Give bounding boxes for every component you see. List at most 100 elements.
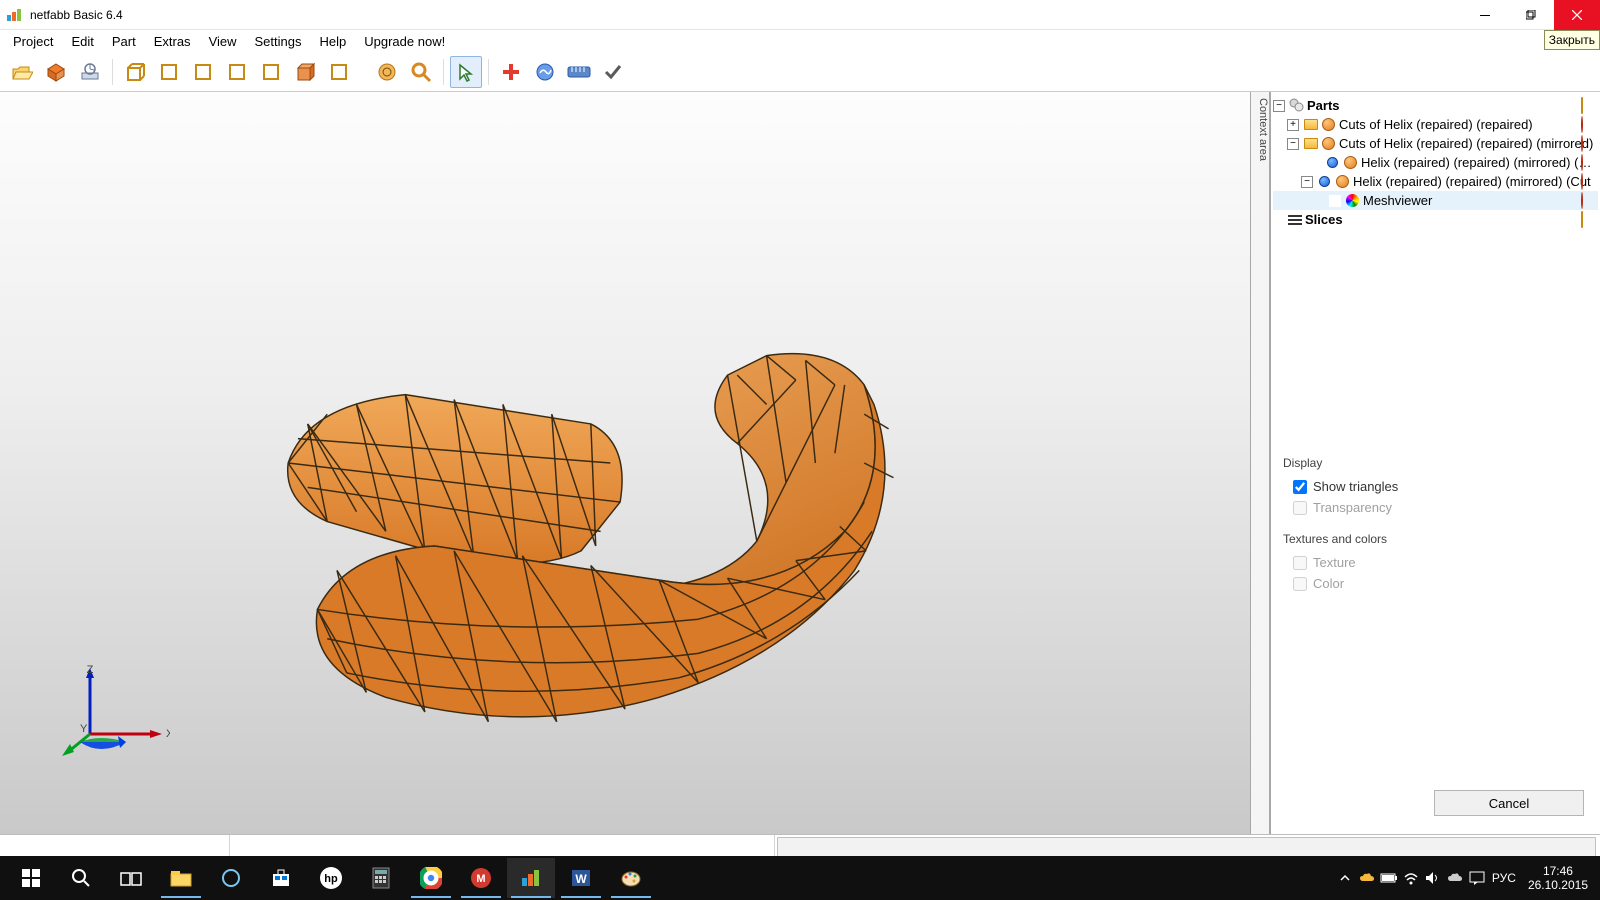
checkbox-label: Color xyxy=(1313,576,1344,591)
menu-upgrade[interactable]: Upgrade now! xyxy=(355,32,454,51)
taskbar-store[interactable] xyxy=(257,858,305,898)
tree-label: Cuts of Helix (repaired) (repaired) xyxy=(1339,117,1596,132)
side-panel: − Parts + Cuts of Helix (repaired) (repa… xyxy=(1270,92,1600,834)
texture-checkbox[interactable]: Texture xyxy=(1293,555,1588,570)
view-front-button[interactable] xyxy=(153,56,185,88)
titlebar: netfabb Basic 6.4 Закрыть xyxy=(0,0,1600,30)
repair-button[interactable] xyxy=(495,56,527,88)
color-checkbox[interactable]: Color xyxy=(1293,576,1588,591)
taskbar-clock[interactable]: 17:46 26.10.2015 xyxy=(1520,864,1596,892)
delete-icon[interactable] xyxy=(1581,155,1596,170)
tree-helix2[interactable]: − Helix (repaired) (repaired) (mirrored)… xyxy=(1273,172,1598,191)
taskbar-netfabb[interactable] xyxy=(507,858,555,898)
task-view-button[interactable] xyxy=(107,858,155,898)
tree-slices[interactable]: Slices xyxy=(1273,210,1598,229)
context-area-ribbon[interactable]: Context area xyxy=(1250,92,1270,834)
tray-wifi-icon[interactable] xyxy=(1400,858,1422,898)
tray-onedrive-icon[interactable] xyxy=(1444,858,1466,898)
view-right-button[interactable] xyxy=(255,56,287,88)
tray-language[interactable]: РУС xyxy=(1488,858,1520,898)
transparency-checkbox[interactable]: Transparency xyxy=(1293,500,1588,515)
axis-gizmo: Z X Y xyxy=(50,664,170,764)
minimize-button[interactable] xyxy=(1462,0,1508,30)
clock-date: 26.10.2015 xyxy=(1528,878,1588,892)
tree-label: Slices xyxy=(1305,212,1596,227)
show-triangles-checkbox[interactable]: Show triangles xyxy=(1293,479,1588,494)
zoom-button[interactable] xyxy=(405,56,437,88)
checkbox-label: Transparency xyxy=(1313,500,1392,515)
window-controls xyxy=(1462,0,1600,30)
viewport-3d[interactable]: Z X Y xyxy=(0,92,1250,834)
menu-part[interactable]: Part xyxy=(103,32,145,51)
menu-view[interactable]: View xyxy=(200,32,246,51)
tree-label: Helix (repaired) (repaired) (mirrored) (… xyxy=(1353,174,1596,189)
svg-text:hp: hp xyxy=(324,873,338,885)
delete-icon[interactable] xyxy=(1581,136,1596,151)
menu-edit[interactable]: Edit xyxy=(62,32,102,51)
parts-tree[interactable]: − Parts + Cuts of Helix (repaired) (repa… xyxy=(1271,92,1600,442)
slices-icon xyxy=(1287,212,1302,227)
tree-helix1[interactable]: Helix (repaired) (repaired) (mirrored) (… xyxy=(1273,153,1598,172)
taskbar-hp[interactable]: hp xyxy=(307,858,355,898)
collapse-icon[interactable]: − xyxy=(1287,138,1299,150)
menu-help[interactable]: Help xyxy=(311,32,356,51)
folder-open-icon xyxy=(1581,212,1596,227)
tray-chevron-icon[interactable] xyxy=(1334,858,1356,898)
svg-text:X: X xyxy=(166,728,170,740)
checkbox-label: Texture xyxy=(1313,555,1356,570)
taskbar-paint[interactable] xyxy=(607,858,655,898)
measure-button[interactable] xyxy=(563,56,595,88)
cursor-button[interactable] xyxy=(450,56,482,88)
search-button[interactable] xyxy=(57,858,105,898)
taskbar-cortana[interactable] xyxy=(207,858,255,898)
analyze-button[interactable] xyxy=(529,56,561,88)
folder-icon xyxy=(1303,117,1318,132)
svg-text:Y: Y xyxy=(80,723,88,735)
delete-icon[interactable] xyxy=(1581,174,1596,189)
view-bottom-button[interactable] xyxy=(323,56,355,88)
tree-label: Cuts of Helix (repaired) (repaired) (mir… xyxy=(1339,136,1596,151)
tree-meshviewer[interactable]: Meshviewer xyxy=(1273,191,1598,210)
tree-cuts1[interactable]: + Cuts of Helix (repaired) (repaired) xyxy=(1273,115,1598,134)
view-iso-button[interactable] xyxy=(119,56,151,88)
menu-extras[interactable]: Extras xyxy=(145,32,200,51)
open-project-button[interactable] xyxy=(6,56,38,88)
taskbar-calculator[interactable] xyxy=(357,858,405,898)
app-icon xyxy=(6,7,22,23)
tray-volume-icon[interactable] xyxy=(1422,858,1444,898)
tray-battery-icon[interactable] xyxy=(1378,858,1400,898)
delete-icon[interactable] xyxy=(1581,117,1596,132)
check-button[interactable] xyxy=(597,56,629,88)
expand-icon[interactable]: + xyxy=(1287,119,1299,131)
status-progress xyxy=(777,837,1596,858)
taskbar-explorer[interactable] xyxy=(157,858,205,898)
menu-settings[interactable]: Settings xyxy=(246,32,311,51)
tray-action-center-icon[interactable] xyxy=(1466,858,1488,898)
collapse-icon[interactable]: − xyxy=(1273,100,1285,112)
menu-project[interactable]: Project xyxy=(4,32,62,51)
view-left-button[interactable] xyxy=(221,56,253,88)
cancel-button[interactable]: Cancel xyxy=(1434,790,1584,816)
zoom-all-button[interactable] xyxy=(371,56,403,88)
collapse-icon[interactable]: − xyxy=(1301,176,1313,188)
delete-icon[interactable] xyxy=(1581,193,1596,208)
view-top-button[interactable] xyxy=(289,56,321,88)
clock-time: 17:46 xyxy=(1528,864,1588,878)
view-back-button[interactable] xyxy=(187,56,219,88)
properties-panel: Display Show triangles Transparency Text… xyxy=(1271,442,1600,834)
tree-parts-root[interactable]: − Parts xyxy=(1273,96,1598,115)
taskbar-chrome[interactable] xyxy=(407,858,455,898)
taskbar-word[interactable]: W xyxy=(557,858,605,898)
tray-cloud-icon[interactable] xyxy=(1356,858,1378,898)
tree-cuts2[interactable]: − Cuts of Helix (repaired) (repaired) (m… xyxy=(1273,134,1598,153)
maximize-button[interactable] xyxy=(1508,0,1554,30)
start-button[interactable] xyxy=(7,858,55,898)
checkbox-label: Show triangles xyxy=(1313,479,1398,494)
system-tray: РУС 17:46 26.10.2015 xyxy=(1334,856,1600,900)
folder-icon xyxy=(1303,136,1318,151)
close-tooltip: Закрыть xyxy=(1544,30,1600,50)
add-part-button[interactable] xyxy=(40,56,72,88)
close-button[interactable] xyxy=(1554,0,1600,30)
platform-button[interactable] xyxy=(74,56,106,88)
taskbar-app-red[interactable]: M xyxy=(457,858,505,898)
